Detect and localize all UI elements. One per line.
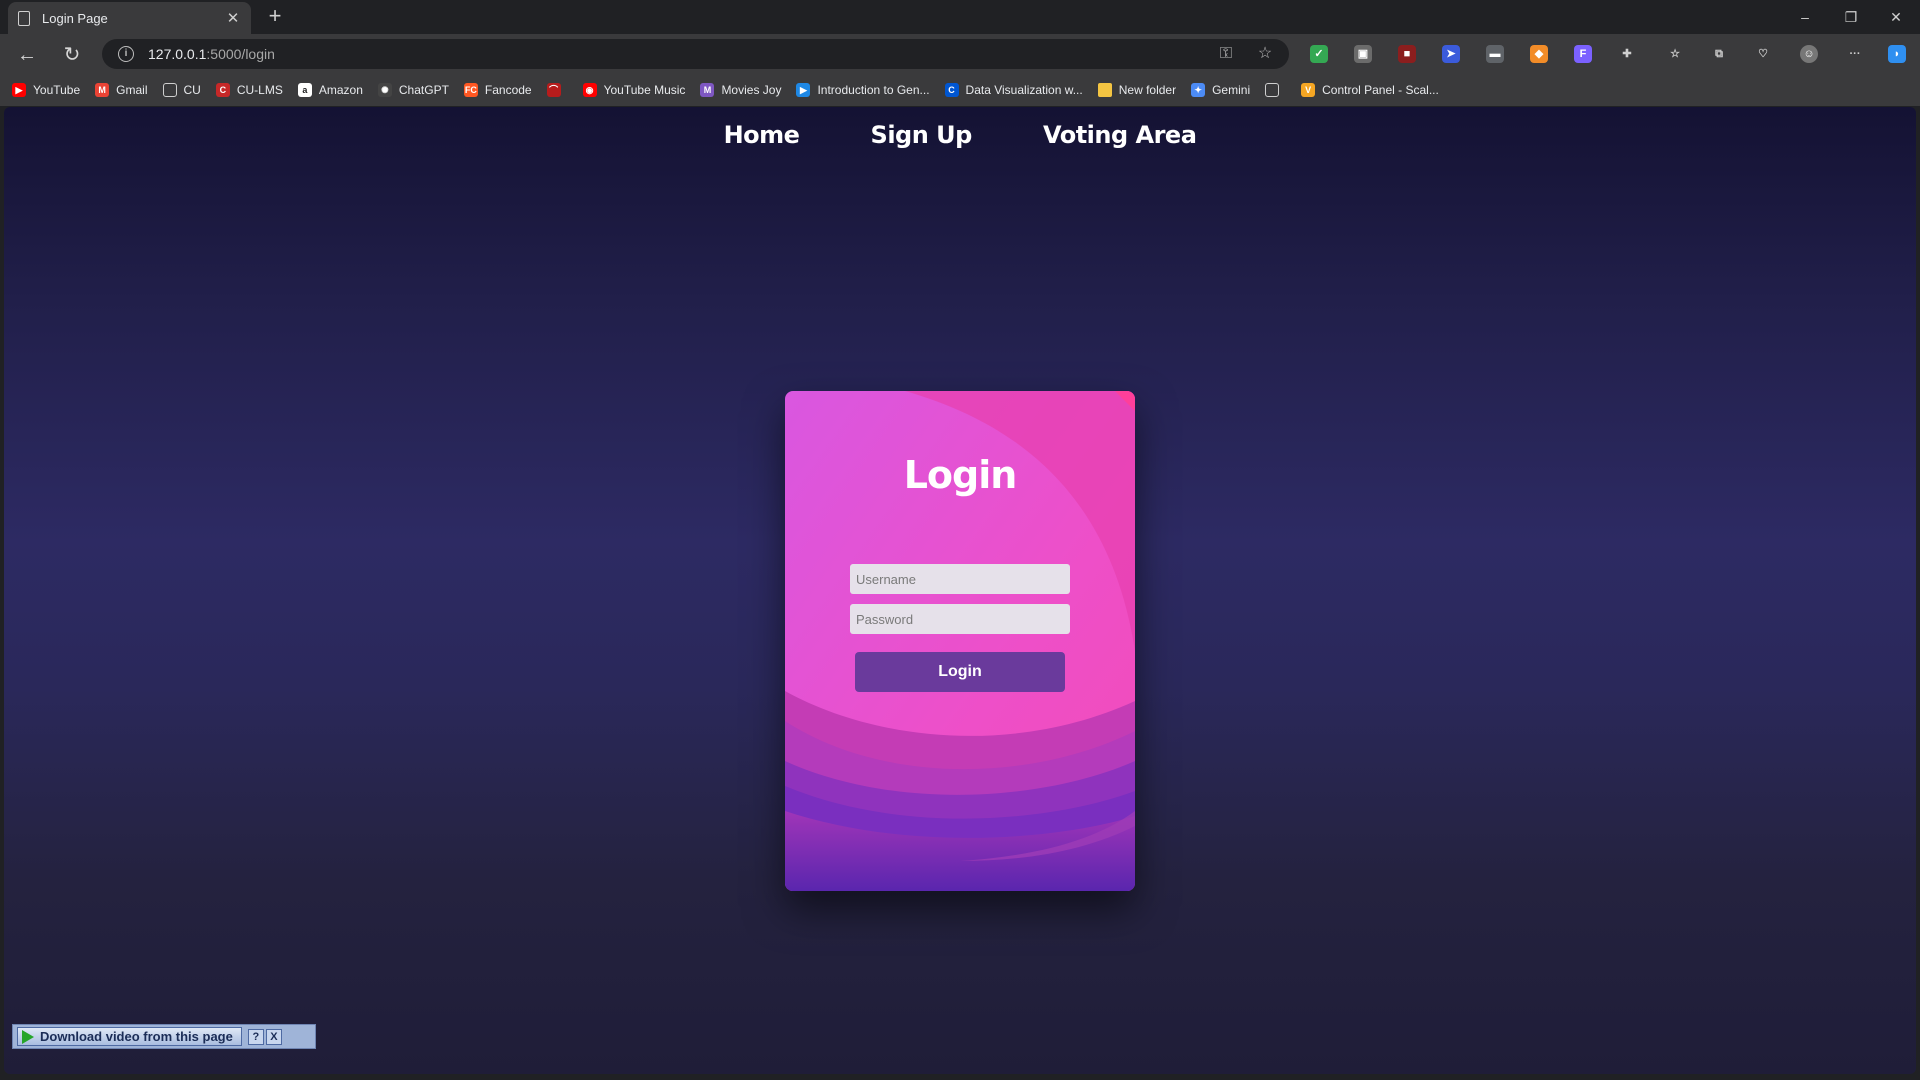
star-icon[interactable]: ☆ (1256, 45, 1274, 63)
login-card: Login Login (785, 391, 1135, 891)
more-icon[interactable]: ··· (1846, 45, 1864, 63)
favorites-icon[interactable]: ☆ (1666, 45, 1684, 63)
bookmark-item[interactable]: ▶ YouTube (12, 83, 80, 97)
password-input[interactable] (850, 604, 1070, 634)
bookmark-label: Data Visualization w... (965, 83, 1083, 97)
restore-button[interactable]: ❐ (1836, 6, 1866, 28)
help-icon[interactable]: ? (247, 1028, 264, 1045)
bookmark-item[interactable]: ⌒ (546, 83, 568, 97)
tab-close-icon[interactable]: ✕ (225, 9, 241, 27)
bookmark-label: Amazon (318, 83, 363, 97)
download-video-label: Download video from this page (40, 1029, 233, 1044)
page-icon: ▯ (1265, 83, 1280, 97)
bookmark-label: Control Panel - Scal... (1322, 83, 1439, 97)
bookmark-item[interactable]: ✺ ChatGPT (377, 83, 449, 97)
bookmark-item[interactable]: ▯ CU (162, 83, 201, 97)
browser-tab[interactable]: Login Page ✕ (8, 2, 251, 34)
bookmark-label: YouTube (33, 83, 81, 97)
bookmark-item[interactable]: ✦ Gemini (1191, 83, 1250, 97)
bookmark-item[interactable]: V Control Panel - Scal... (1301, 83, 1439, 97)
copilot-icon[interactable]: ◗ (1888, 45, 1906, 63)
youtube-music-icon: ◉ (582, 83, 597, 97)
window-icon[interactable]: ▣ (1354, 45, 1372, 63)
page-icon (18, 10, 30, 26)
youtube-icon: ▶ (12, 83, 26, 97)
bookmark-label: ChatGPT (398, 83, 449, 97)
profile-icon[interactable]: ☺ (1800, 45, 1818, 63)
bookmark-item[interactable]: C CU-LMS (215, 83, 283, 97)
bookmark-item[interactable]: New folder (1097, 83, 1177, 97)
chatgpt-icon: ✺ (377, 83, 392, 97)
minimize-button[interactable]: – (1790, 6, 1820, 28)
bookmark-item[interactable]: FC Fancode (463, 83, 532, 97)
fox-icon[interactable]: ◆ (1530, 45, 1548, 63)
bookmark-item[interactable]: M Movies Joy (700, 83, 781, 97)
amazon-icon: a (297, 83, 312, 97)
bookmark-label: Introduction to Gen... (817, 83, 930, 97)
bookmark-item[interactable]: C Data Visualization w... (944, 83, 1083, 97)
download-video-bar: Download video from this page ? X (12, 1024, 316, 1049)
collections-icon[interactable]: ⧉ (1710, 45, 1728, 63)
gmail-icon: M (95, 83, 110, 97)
gradient-f-icon[interactable]: F (1574, 45, 1592, 63)
bookmark-label: Fancode (484, 83, 532, 97)
bookmark-label: CU-LMS (236, 83, 283, 97)
address-bar[interactable]: i 127.0.0.1:5000/login ⚿ ☆ (102, 39, 1289, 69)
cu-lms-icon: C (215, 83, 230, 97)
page-icon: ▯ (162, 83, 177, 97)
username-input[interactable] (850, 564, 1070, 594)
fancode-icon: FC (463, 83, 478, 97)
bookmark-label: CU (183, 83, 201, 97)
site-nav: Home Sign Up Voting Area (4, 121, 1916, 149)
url-path: :5000/login (206, 46, 275, 62)
page-viewport: Home Sign Up Voting Area Login Username … (4, 107, 1916, 1074)
url-text: 127.0.0.1:5000/login (148, 46, 275, 62)
new-tab-button[interactable]: + (262, 4, 288, 30)
nav-voting-area-link[interactable]: Voting Area (1043, 121, 1197, 149)
bookmarks-bar: ▶ YouTube M Gmail ▯ CU C CU-LMS a Amazon ✺ ChatGPT F… (0, 74, 1920, 106)
bookmark-item[interactable]: a Amazon (297, 83, 363, 97)
reload-button[interactable]: ↻ (59, 42, 85, 68)
coursera-icon: C (944, 83, 959, 97)
folder-icon (1097, 83, 1112, 97)
key-icon[interactable]: ⚿ (1217, 45, 1235, 63)
nav-sign-up-link[interactable]: Sign Up (871, 121, 973, 149)
gemini-icon: ✦ (1191, 83, 1206, 97)
url-host: 127.0.0.1 (148, 46, 207, 62)
login-button[interactable]: Login (855, 652, 1065, 692)
red-logo-icon: ⌒ (546, 83, 561, 97)
nav-home-link[interactable]: Home (724, 121, 800, 149)
window-close-button[interactable]: ✕ (1881, 6, 1911, 28)
bookmark-label: YouTube Music (603, 83, 686, 97)
shield-check-icon[interactable]: ✓ (1310, 45, 1328, 63)
back-button[interactable]: ← (14, 42, 40, 68)
red-square-icon[interactable]: ■ (1398, 45, 1416, 63)
puzzle-icon[interactable]: ✚ (1618, 45, 1636, 63)
bookmark-item[interactable]: M Gmail (95, 83, 148, 97)
v-logo-icon: V (1301, 83, 1316, 97)
bookmark-label: Gmail (116, 83, 148, 97)
tab-strip: Login Page ✕ + – ❐ ✕ (0, 0, 1920, 34)
close-icon[interactable]: X (265, 1028, 282, 1045)
window-bottom-edge (0, 1074, 1920, 1080)
play-icon (22, 1029, 34, 1044)
browser-toolbar: ← ↻ i 127.0.0.1:5000/login ⚿ ☆ ✓ ▣ ■ ➤ ▬… (0, 34, 1920, 74)
download-video-button[interactable]: Download video from this page (17, 1027, 242, 1046)
play-blue-icon: ▶ (796, 83, 811, 97)
bookmark-item[interactable]: ▯ (1265, 83, 1286, 97)
bookmark-label: Gemini (1212, 83, 1251, 97)
movies-joy-icon: M (700, 83, 715, 97)
performance-icon[interactable]: ♡ (1754, 45, 1772, 63)
tab-title: Login Page (42, 10, 108, 26)
bookmark-item[interactable]: ◉ YouTube Music (582, 83, 686, 97)
bookmark-label: New folder (1118, 83, 1177, 97)
site-info-icon[interactable]: i (118, 46, 134, 62)
login-heading: Login (903, 453, 1018, 497)
folder-grey-icon[interactable]: ▬ (1486, 45, 1504, 63)
bookmark-label: Movies Joy (721, 83, 782, 97)
bookmark-item[interactable]: ▶ Introduction to Gen... (796, 83, 930, 97)
cursor-icon[interactable]: ➤ (1442, 45, 1460, 63)
